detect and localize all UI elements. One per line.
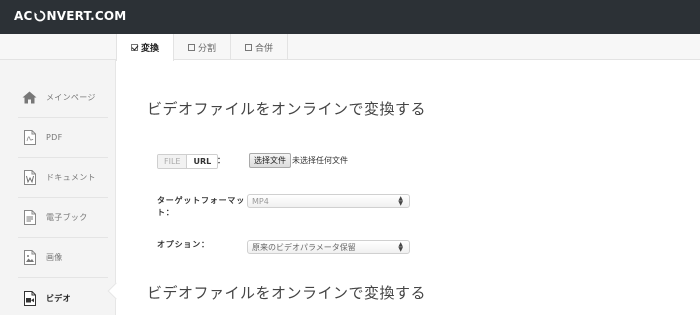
video-file-icon [22,290,37,306]
sidebar-item-home[interactable]: メインページ [18,78,108,118]
tab-merge-label: 合併 [255,43,274,54]
options-select[interactable]: 原来のビデオパラメータ保留 ▲ ▼ [247,240,410,254]
page-title: ビデオファイルをオンラインで変換する [147,100,427,118]
top-bar: AC NVERT.COM [0,0,700,34]
target-format-select[interactable]: MP4 ▲ ▼ [247,194,410,208]
url-source-button[interactable]: URL [187,155,218,168]
sidebar-item-video[interactable]: ビデオ [18,278,108,315]
tab-convert-label: 変換 [141,44,160,54]
tab-strip: 変換 分割 合併 [0,34,700,61]
target-format-label: ターゲットフォーマット： [157,196,245,217]
tab-split[interactable]: 分割 [174,34,232,60]
sidebar-item-label: 画像 [46,253,63,262]
select-arrows-icon: ▲ ▼ [398,241,403,253]
pdf-file-icon [22,130,37,145]
source-colon: ： [217,156,225,165]
tab-list: 変換 分割 合併 [116,34,289,61]
logo-text-right: NVERT.COM [46,9,127,23]
sidebar-item-pdf[interactable]: PDF [18,118,108,158]
sidebar-item-label: PDF [46,133,63,142]
choose-file-button[interactable]: 选择文件 [249,153,291,168]
sidebar-item-document[interactable]: ドキュメント [18,158,108,198]
sidebar: メインページ PDF ドキュメント 電子ブック 画像 ビデオ [0,60,116,315]
ebook-file-icon [22,210,37,225]
sidebar-item-label: ビデオ [46,293,71,303]
sidebar-item-label: ドキュメント [46,173,96,182]
options-label: オプション： [157,240,210,249]
word-file-icon [22,170,37,185]
checkbox-icon [245,43,253,51]
checkbox-checked-icon [131,44,138,51]
image-file-icon [22,250,37,265]
sidebar-item-label: メインページ [46,93,96,102]
tab-convert[interactable]: 変換 [116,34,175,61]
target-format-value: MP4 [252,196,269,206]
page-title-repeat: ビデオファイルをオンラインで変換する [147,284,427,302]
sidebar-item-ebook[interactable]: 電子ブック [18,198,108,238]
no-file-chosen-text: 未选择任何文件 [292,156,348,165]
sidebar-item-label: 電子ブック [46,213,88,222]
source-toggle: FILE URL [157,154,219,169]
home-icon [22,90,37,105]
tab-split-label: 分割 [198,43,217,54]
options-value: 原来のビデオパラメータ保留 [252,242,356,252]
sidebar-item-image[interactable]: 画像 [18,238,108,278]
logo-text-left: AC [14,9,33,23]
select-arrows-icon: ▲ ▼ [398,195,403,207]
checkbox-icon [188,43,196,51]
file-source-button[interactable]: FILE [158,155,188,168]
tab-merge[interactable]: 合併 [231,34,289,60]
logo[interactable]: AC NVERT.COM [14,9,126,23]
refresh-o-icon [33,10,45,22]
main-content: ビデオファイルをオンラインで変換する FILE URL ： 选择文件 未选择任何… [117,61,700,315]
